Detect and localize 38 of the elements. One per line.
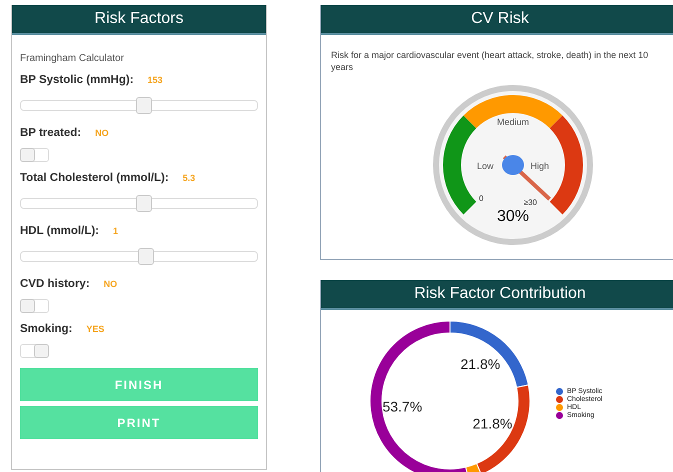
slider[interactable] bbox=[20, 100, 258, 111]
slider-thumb[interactable] bbox=[136, 97, 152, 114]
panel-header: Risk Factors bbox=[12, 5, 266, 35]
panel-header: Risk Factor Contribution bbox=[321, 280, 673, 310]
field-value: NO bbox=[104, 279, 118, 289]
print-button[interactable]: PRINT bbox=[20, 406, 258, 439]
risk-description: Risk for a major cardiovascular event (heart attack, stroke, death) in the next 10 years bbox=[331, 49, 650, 74]
field-value: 153 bbox=[148, 75, 163, 85]
slider[interactable] bbox=[20, 198, 258, 209]
field-value: NO bbox=[95, 128, 109, 138]
gauge-label: Low bbox=[477, 161, 494, 172]
calculator-subtitle: Framingham Calculator bbox=[20, 53, 125, 64]
field-label: HDL (mmol/L): bbox=[20, 225, 100, 237]
gauge-label: High bbox=[530, 161, 549, 172]
field-value: YES bbox=[86, 324, 104, 334]
gauge-needle bbox=[502, 155, 551, 201]
field-label: Total Cholesterol (mmol/L): bbox=[20, 172, 169, 184]
field-value: 1 bbox=[113, 226, 118, 236]
slider-thumb[interactable] bbox=[136, 195, 152, 212]
data-label: 53.7% bbox=[382, 398, 422, 415]
toggle-switch[interactable] bbox=[20, 344, 49, 358]
field-label: CVD history: bbox=[20, 278, 90, 290]
slider-thumb[interactable] bbox=[138, 248, 154, 265]
slider[interactable] bbox=[20, 251, 258, 262]
finish-button[interactable]: FINISH bbox=[20, 368, 258, 401]
field-value: 5.3 bbox=[182, 173, 196, 183]
panel-header: CV Risk bbox=[321, 5, 673, 35]
field-label: BP Systolic (mmHg): bbox=[20, 74, 134, 86]
data-label: 21.8% bbox=[460, 356, 500, 372]
data-label: 21.8% bbox=[472, 415, 512, 432]
gauge-label: Medium bbox=[497, 117, 529, 128]
gauge-reading: 30% bbox=[496, 208, 530, 226]
toggle-switch[interactable] bbox=[20, 299, 49, 313]
gauge-label: 0 bbox=[479, 194, 484, 204]
field-label: Smoking: bbox=[20, 323, 72, 335]
gauge-label: ≥30 bbox=[524, 198, 537, 208]
field-label: BP treated: bbox=[20, 127, 82, 139]
toggle-switch[interactable] bbox=[20, 148, 49, 162]
